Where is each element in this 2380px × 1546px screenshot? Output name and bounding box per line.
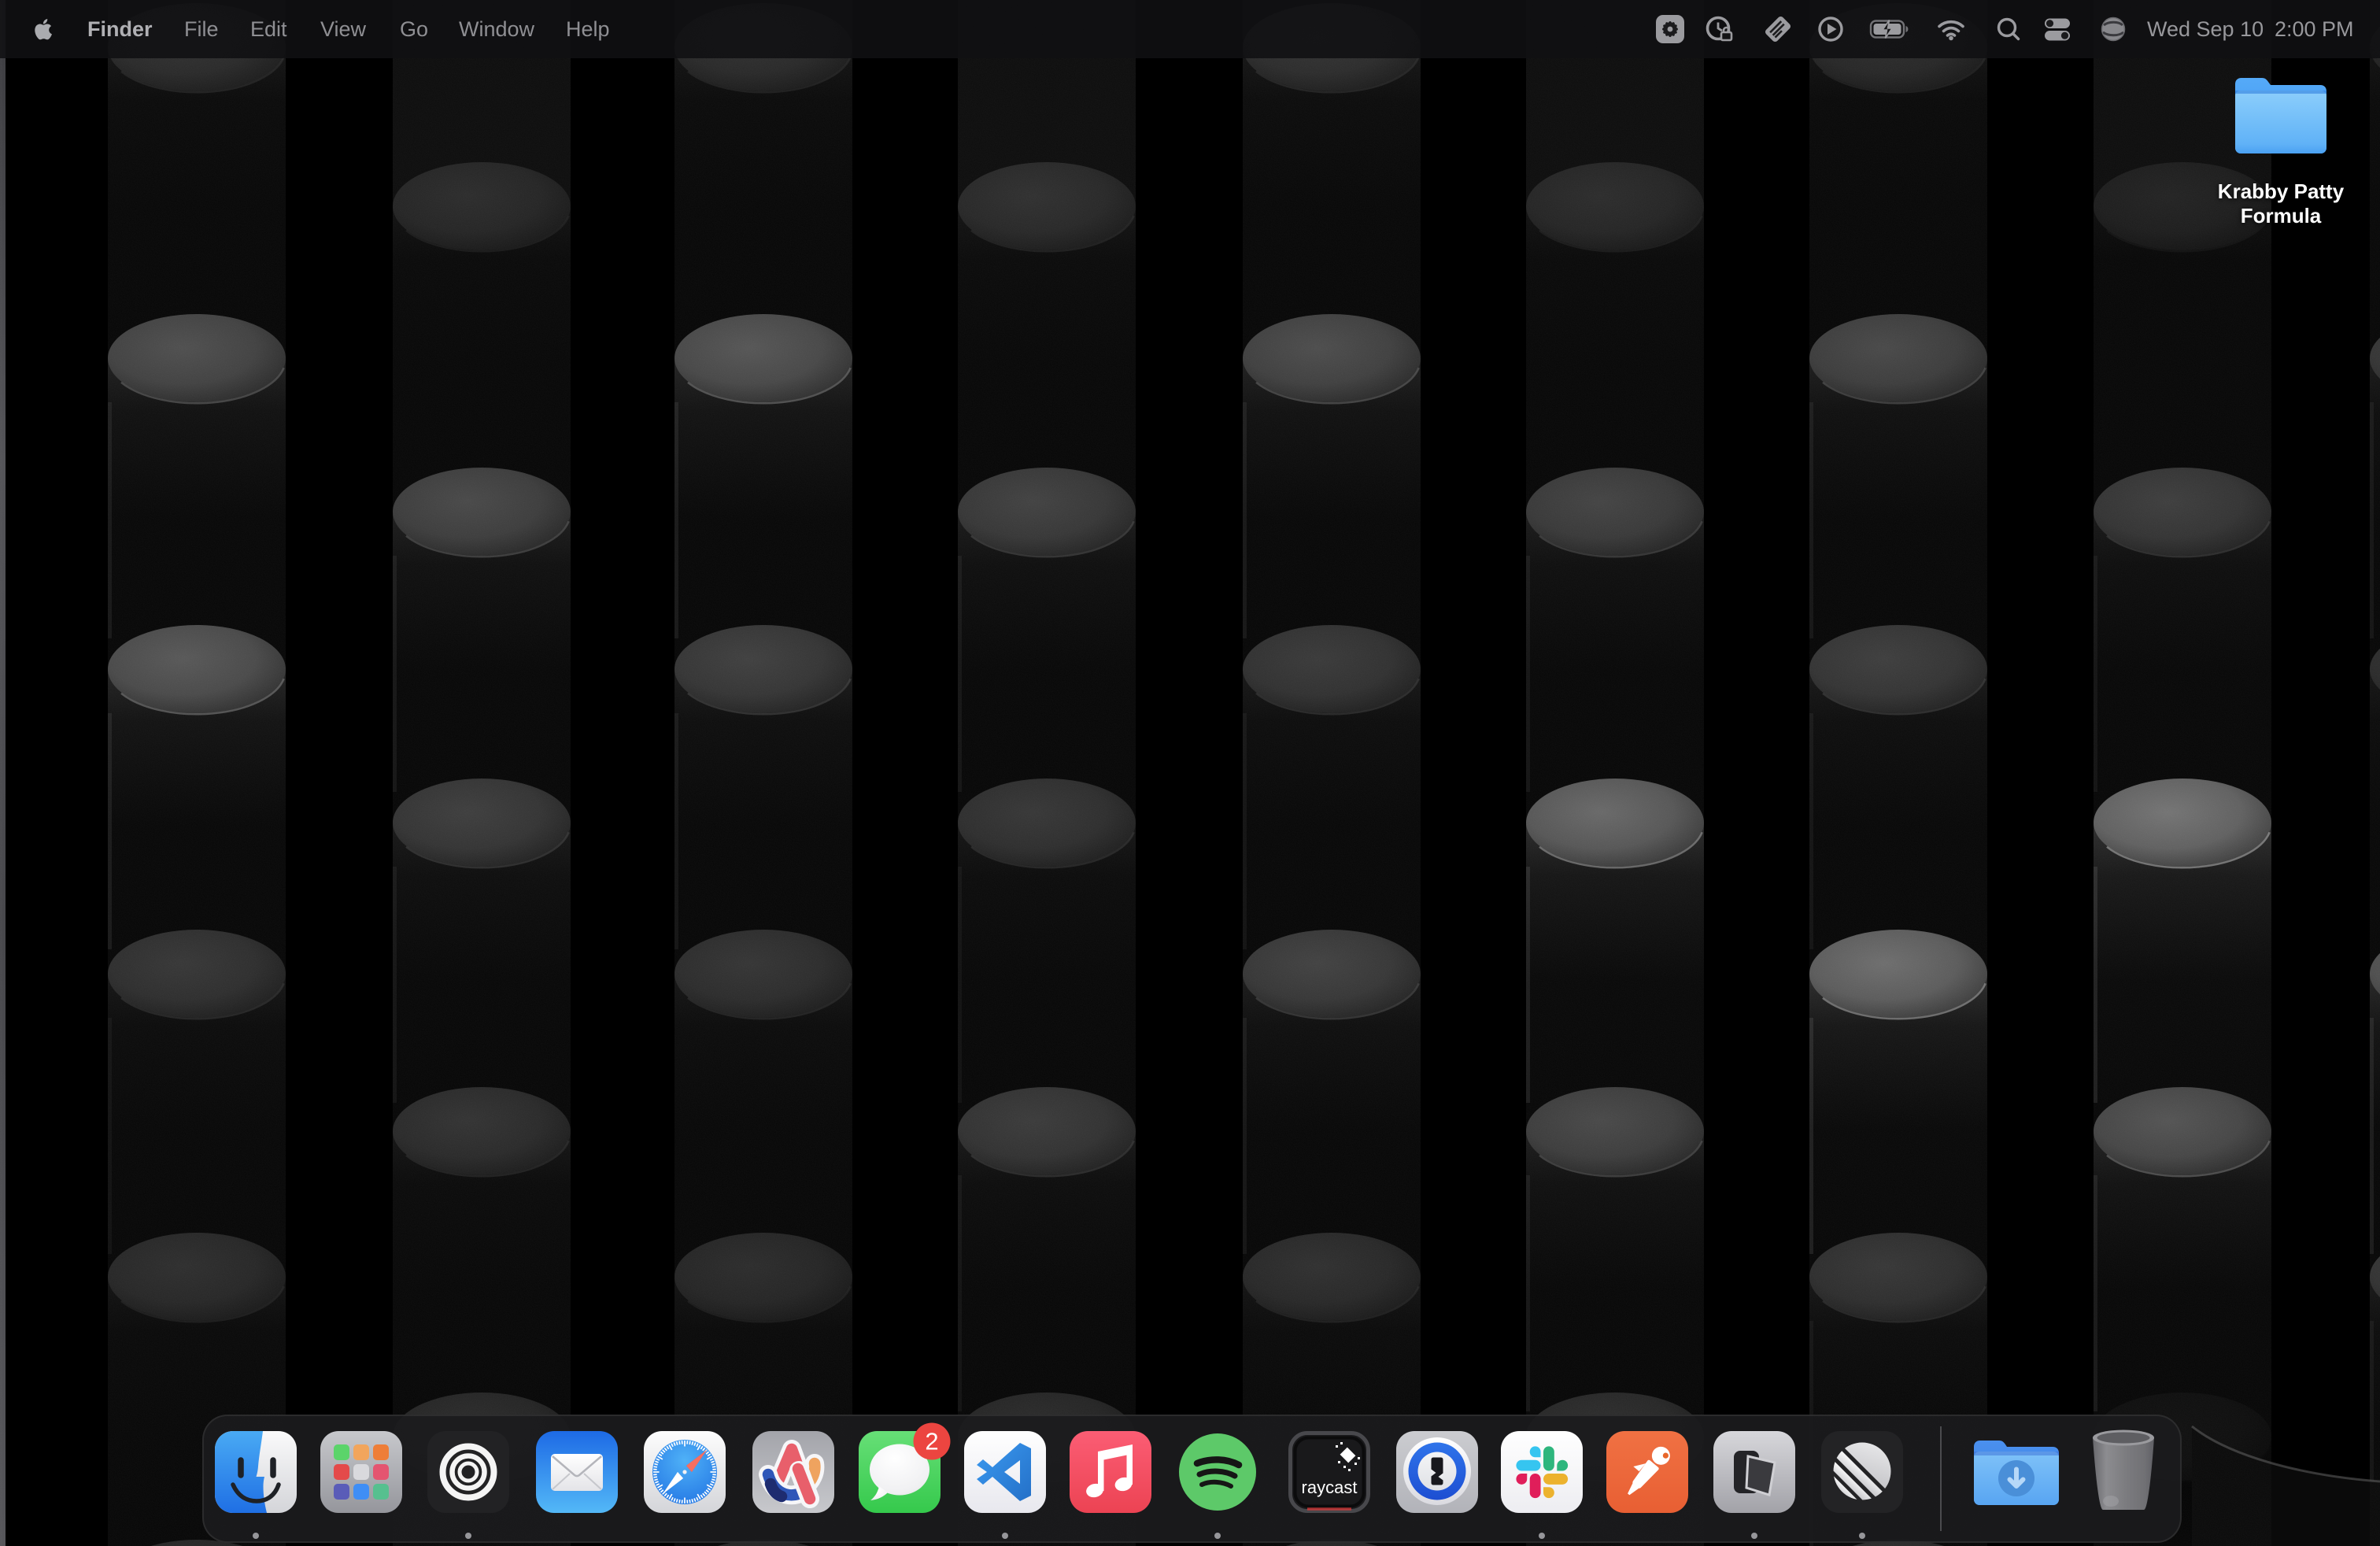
svg-text:raycast: raycast [1302,1478,1358,1497]
svg-text:2: 2 [925,1428,938,1455]
